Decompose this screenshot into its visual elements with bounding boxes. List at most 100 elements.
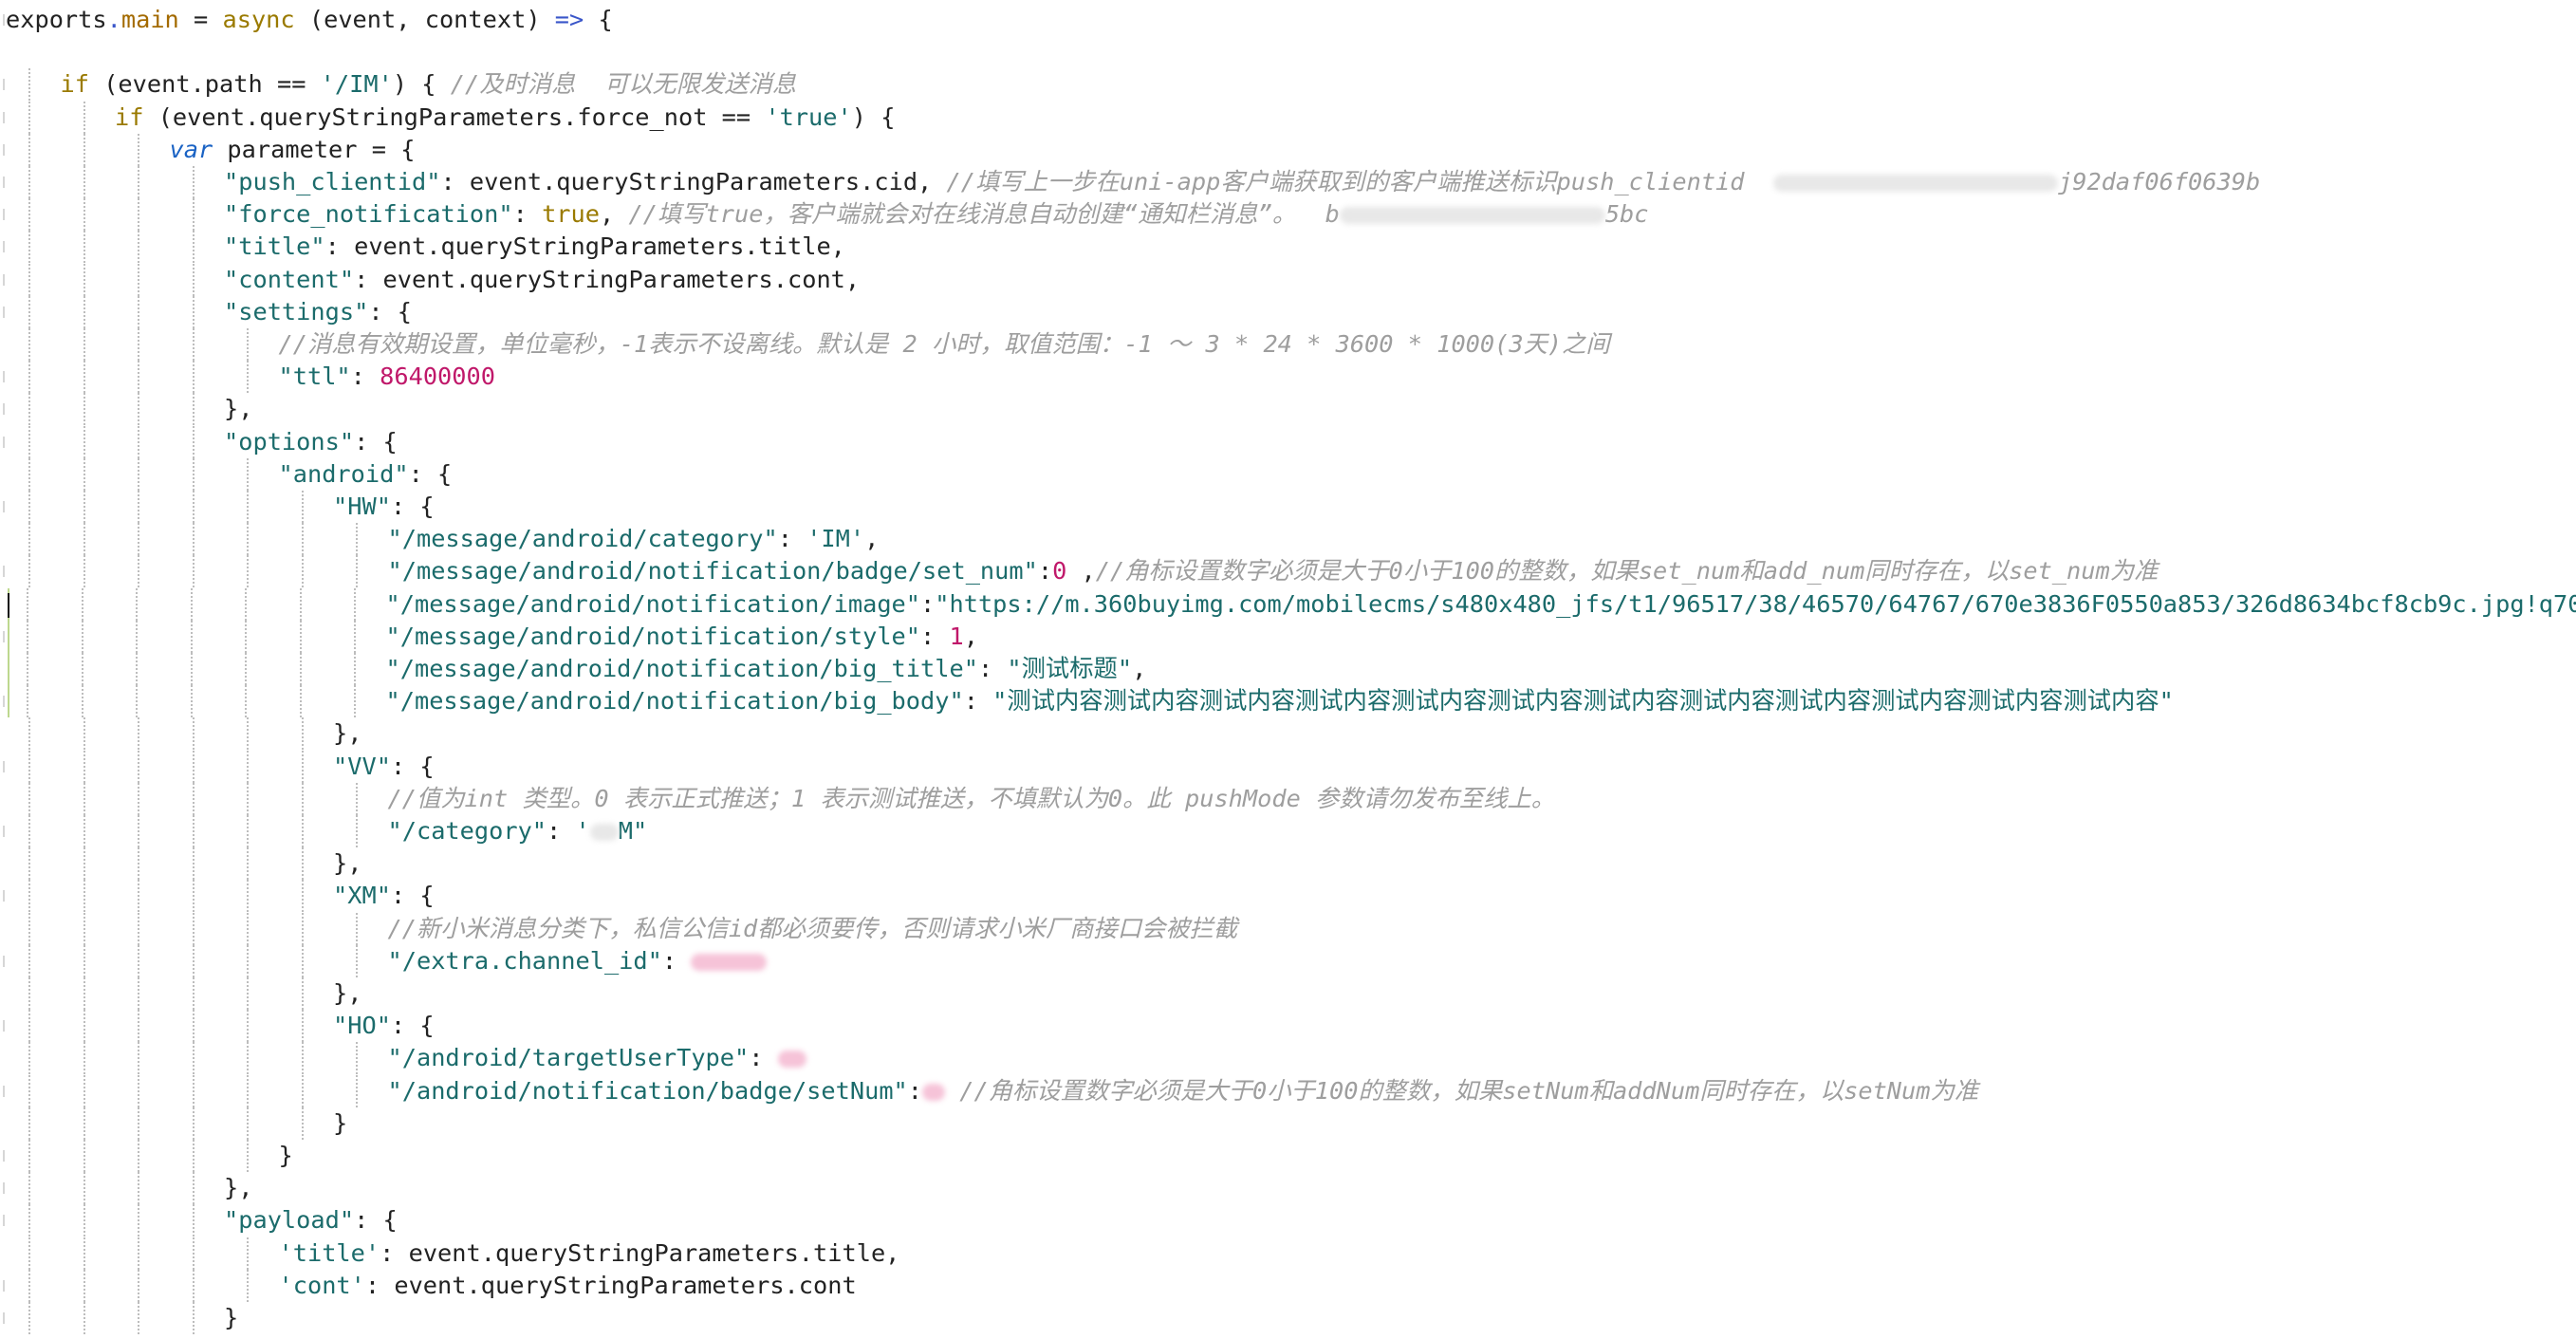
indent-guide	[28, 295, 30, 328]
code-line[interactable]: "/message/android/notification/image":"h…	[8, 587, 2576, 621]
indent-guide	[245, 653, 247, 685]
indent-guide	[301, 847, 304, 881]
indent-guide	[192, 1107, 195, 1140]
indent-guide	[28, 101, 30, 134]
indent-guide	[247, 1042, 249, 1075]
code-token: //及时消息 可以无限发送消息	[450, 70, 797, 99]
indent-guide	[83, 393, 85, 426]
indent-guide	[83, 328, 85, 361]
indent-guide	[247, 361, 249, 394]
indent-guide	[192, 1237, 195, 1270]
code-line[interactable]: "/message/android/notification/style": 1…	[8, 620, 978, 653]
gutter-marker	[3, 1279, 5, 1292]
indent-guide	[83, 1042, 85, 1075]
indent-guide	[247, 555, 249, 588]
indent-guide	[190, 620, 193, 653]
code-token: 0	[1052, 557, 1067, 586]
gutter-marker	[3, 1182, 5, 1195]
indent-guide	[138, 717, 139, 751]
code-token: ,	[1066, 557, 1096, 586]
code-content: "options": {	[224, 426, 398, 458]
code-editor[interactable]: exports.main = async (event, context) =>…	[0, 0, 2576, 1339]
code-content: //新小米消息分类下，私信公信id都必须要传，否则请求小米厂商接口会被拦截	[388, 913, 1238, 945]
indent-guide	[301, 944, 304, 977]
indent-guide	[192, 198, 195, 232]
indent-guide	[136, 685, 138, 718]
indent-guide	[301, 815, 304, 847]
indent-guide	[83, 491, 85, 523]
indent-guide	[354, 620, 356, 653]
indent-guide	[138, 133, 139, 166]
indent-guide	[83, 166, 85, 198]
indent-guide	[247, 847, 249, 881]
indent-guide	[138, 166, 139, 198]
indent-guide	[28, 847, 30, 881]
gutter-marker	[3, 1020, 5, 1032]
indent-guide	[81, 685, 83, 718]
indent-guide	[245, 685, 247, 718]
indent-guide	[247, 491, 249, 523]
gutter-marker	[3, 403, 5, 416]
code-line[interactable]: "/message/android/notification/big_body"…	[8, 685, 2174, 718]
indent-guide	[83, 1140, 85, 1172]
indent-guide	[83, 231, 85, 264]
indent-guide	[83, 295, 85, 328]
code-content: }	[224, 1302, 238, 1334]
code-token: =	[178, 6, 223, 33]
indent-guide	[138, 815, 139, 847]
code-content: "/extra.channel_id":	[388, 945, 768, 977]
indent-guide	[83, 1204, 85, 1237]
indent-guide	[83, 880, 85, 913]
indent-guide	[138, 523, 139, 556]
indent-guide	[83, 815, 85, 847]
indent-guide	[136, 620, 138, 653]
gutter-marker	[3, 566, 5, 578]
indent-guide	[192, 1269, 195, 1302]
code-content: }	[279, 1140, 293, 1172]
indent-guide	[247, 328, 249, 361]
code-token: //值为int 类型。0 表示正式推送；1 表示测试推送，不填默认为0。此 pu…	[387, 784, 1556, 812]
code-token: .	[106, 6, 121, 33]
code-token: ,	[864, 525, 880, 553]
indent-guide	[138, 847, 139, 881]
code-token: },	[224, 1174, 253, 1202]
gutter-marker	[3, 371, 5, 383]
code-token: "options"	[224, 427, 355, 456]
indent-guide	[192, 912, 195, 945]
indent-guide	[138, 977, 139, 1010]
indent-guide	[28, 523, 30, 556]
indent-guide	[192, 555, 195, 588]
indent-guide	[301, 523, 304, 556]
gutter-marker	[3, 890, 5, 902]
indent-guide	[192, 717, 195, 751]
indent-guide	[83, 1237, 85, 1270]
code-token: :	[547, 817, 576, 845]
code-token: var	[169, 135, 213, 163]
code-content: },	[333, 977, 361, 1010]
indent-guide	[192, 880, 195, 913]
code-token: : {	[408, 459, 453, 488]
gutter-marker	[3, 143, 5, 156]
indent-guide	[192, 1302, 195, 1334]
indent-guide	[138, 425, 139, 458]
indent-guide	[27, 685, 28, 718]
code-token: "/extra.channel_id"	[387, 946, 662, 975]
indent-guide	[247, 782, 249, 815]
code-line[interactable]: "/message/android/notification/big_title…	[8, 653, 1146, 685]
indent-guide	[247, 750, 249, 783]
code-token: parameter = {	[213, 135, 416, 163]
indent-guide	[28, 1237, 30, 1270]
indent-guide	[301, 782, 304, 815]
indent-guide	[83, 912, 85, 945]
code-content: },	[333, 847, 361, 880]
indent-guide	[192, 328, 195, 361]
indent-guide	[354, 587, 356, 621]
indent-guide	[28, 782, 30, 815]
indent-guide	[356, 944, 358, 977]
gutter-marker	[3, 177, 5, 188]
gutter-marker	[3, 630, 5, 642]
indent-guide	[81, 653, 83, 685]
redacted-region	[589, 824, 619, 841]
gutter-marker	[3, 209, 5, 221]
indent-guide	[138, 295, 139, 328]
